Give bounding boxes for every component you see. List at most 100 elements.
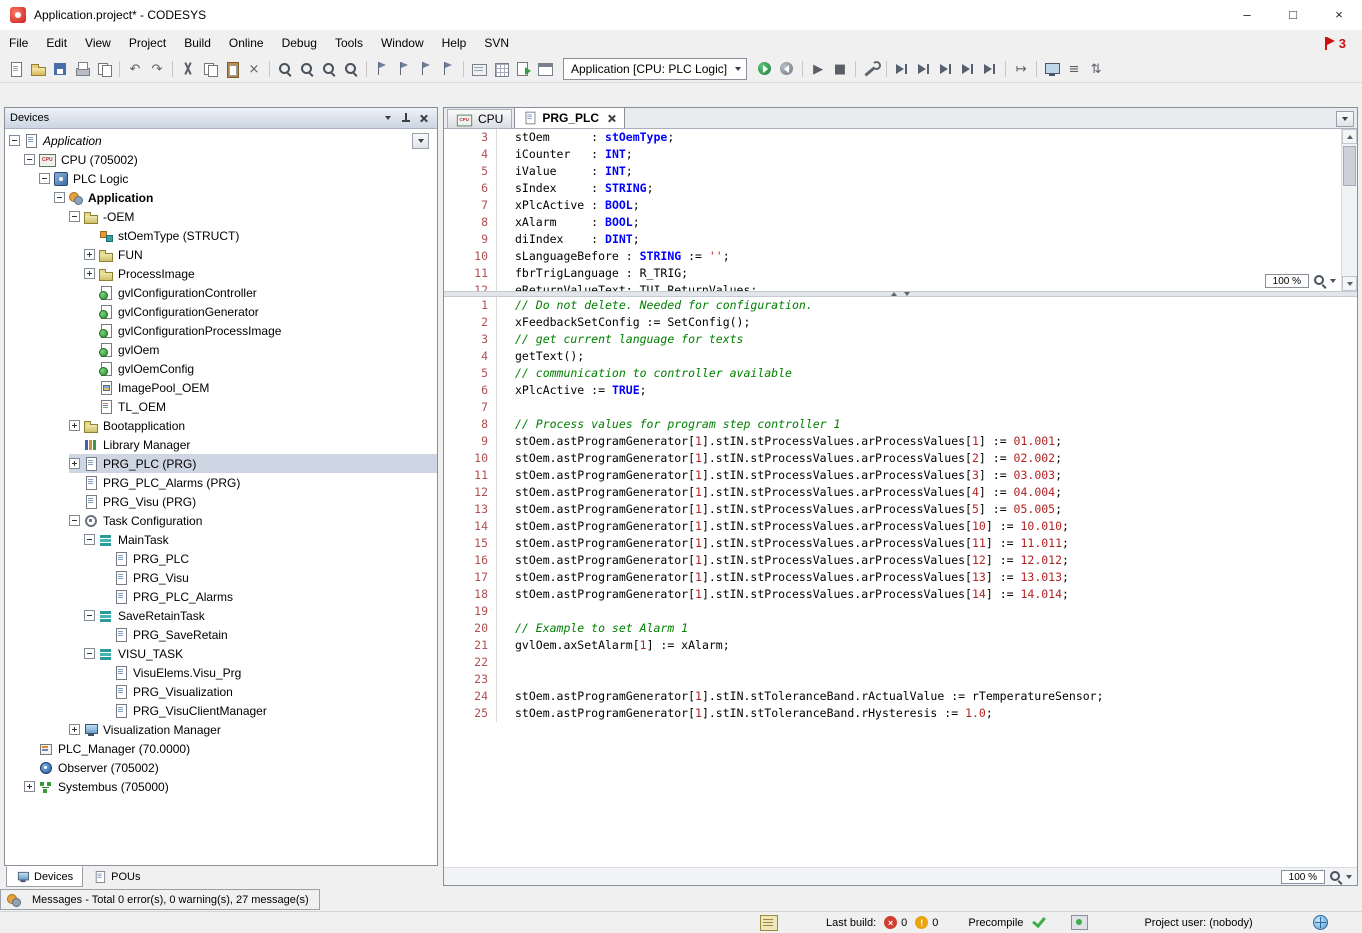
tree-item-prg-visuclientmanager[interactable]: PRG_VisuClientManager: [5, 701, 437, 720]
bookmark-previous-icon[interactable]: [416, 59, 436, 79]
implementation-line-16[interactable]: 16stOem.astProgramGenerator[1].stIN.stPr…: [444, 552, 1357, 569]
implementation-line-18[interactable]: 18stOem.astProgramGenerator[1].stIN.stPr…: [444, 586, 1357, 603]
implementation-line-23[interactable]: 23: [444, 671, 1357, 688]
implementation-line-24[interactable]: 24stOem.astProgramGenerator[1].stIN.stTo…: [444, 688, 1357, 705]
close-icon[interactable]: [416, 111, 432, 126]
menu-item-svn[interactable]: SVN: [475, 30, 518, 56]
menu-item-project[interactable]: Project: [120, 30, 175, 56]
menu-item-help[interactable]: Help: [433, 30, 476, 56]
find-next-icon[interactable]: [297, 59, 317, 79]
input-assistant-icon[interactable]: [513, 59, 533, 79]
maximize-button[interactable]: □: [1270, 0, 1316, 30]
tree-item-imagepool-oem[interactable]: ImagePool_OEM: [5, 378, 437, 397]
tree-item-gvlconfigurationgenerator[interactable]: gvlConfigurationGenerator: [5, 302, 437, 321]
tree-item-application[interactable]: Application: [5, 188, 437, 207]
menu-item-build[interactable]: Build: [175, 30, 220, 56]
replace-icon[interactable]: [341, 59, 361, 79]
panel-dropdown-icon[interactable]: [380, 111, 396, 126]
collapse-icon[interactable]: [84, 648, 95, 659]
tree-item-gvlconfigurationcontroller[interactable]: gvlConfigurationController: [5, 283, 437, 302]
tree-item-prg-visu-prg[interactable]: PRG_Visu (PRG): [5, 492, 437, 511]
tree-item-tl-oem[interactable]: TL_OEM: [5, 397, 437, 416]
tree-item-prg-plc-alarms-prg[interactable]: PRG_PLC_Alarms (PRG): [5, 473, 437, 492]
implementation-line-4[interactable]: 4getText();: [444, 348, 1357, 365]
new-file-icon[interactable]: [6, 59, 26, 79]
tree-item-plc-logic[interactable]: PLC Logic: [5, 169, 437, 188]
menu-item-edit[interactable]: Edit: [37, 30, 76, 56]
tree-item-gvloem[interactable]: gvlOem: [5, 340, 437, 359]
tree-item-visualization-manager[interactable]: Visualization Manager: [5, 720, 437, 739]
find-icon[interactable]: [275, 59, 295, 79]
start-icon[interactable]: ▶: [808, 59, 828, 79]
sort-icon[interactable]: ⇅: [1086, 59, 1106, 79]
implementation-line-19[interactable]: 19: [444, 603, 1357, 620]
pending-changes-flag[interactable]: 3: [1323, 36, 1346, 51]
pin-icon[interactable]: [398, 111, 414, 126]
implementation-line-12[interactable]: 12stOem.astProgramGenerator[1].stIN.stPr…: [444, 484, 1357, 501]
scroll-up-icon[interactable]: [1342, 129, 1357, 144]
implementation-line-8[interactable]: 8// Process values for program step cont…: [444, 416, 1357, 433]
declaration-line-5[interactable]: 5iValue : INT;: [444, 163, 1341, 180]
implementation-line-3[interactable]: 3// get current language for texts: [444, 331, 1357, 348]
menu-item-online[interactable]: Online: [220, 30, 273, 56]
tree-item-prg-plc-prg[interactable]: PRG_PLC (PRG): [5, 454, 437, 473]
implementation-line-2[interactable]: 2xFeedbackSetConfig := SetConfig();: [444, 314, 1357, 331]
cut-icon[interactable]: [178, 59, 198, 79]
menu-item-tools[interactable]: Tools: [326, 30, 372, 56]
implementation-line-14[interactable]: 14stOem.astProgramGenerator[1].stIN.stPr…: [444, 518, 1357, 535]
watch-list-icon[interactable]: ≡: [1064, 59, 1084, 79]
tree-item-prg-visualization[interactable]: PRG_Visualization: [5, 682, 437, 701]
bookmark-toggle-icon[interactable]: [372, 59, 392, 79]
expand-icon[interactable]: [84, 268, 95, 279]
close-tab-icon[interactable]: [607, 114, 616, 123]
tree-item-task-configuration[interactable]: Task Configuration: [5, 511, 437, 530]
collapse-icon[interactable]: [69, 211, 80, 222]
tree-item-visuelems-visu-prg[interactable]: VisuElems.Visu_Prg: [5, 663, 437, 682]
menu-item-debug[interactable]: Debug: [273, 30, 326, 56]
tab-devices[interactable]: Devices: [6, 866, 83, 887]
tree-item-fun[interactable]: FUN: [5, 245, 437, 264]
login-icon[interactable]: [755, 59, 775, 79]
step-out-icon[interactable]: [936, 59, 956, 79]
implementation-line-6[interactable]: 6xPlcActive := TRUE;: [444, 382, 1357, 399]
expand-icon[interactable]: [69, 420, 80, 431]
implementation-line-1[interactable]: 1// Do not delete. Needed for configurat…: [444, 297, 1357, 314]
active-application-selector[interactable]: Application [CPU: PLC Logic]: [563, 58, 747, 80]
tree-item-oem[interactable]: -OEM: [5, 207, 437, 226]
element-properties-icon[interactable]: [491, 59, 511, 79]
tree-item-observer-705002[interactable]: Observer (705002): [5, 758, 437, 777]
magnifier-icon[interactable]: [1328, 869, 1343, 884]
build-icon[interactable]: [861, 59, 881, 79]
tree-item-prg-saveretain[interactable]: PRG_SaveRetain: [5, 625, 437, 644]
menu-item-window[interactable]: Window: [372, 30, 433, 56]
tab-pous[interactable]: POUs: [83, 866, 150, 887]
tree-item-prg-plc[interactable]: PRG_PLC: [5, 549, 437, 568]
tree-item-cpu-705002[interactable]: CPU (705002): [5, 150, 437, 169]
zoom-dropdown-icon[interactable]: [1330, 279, 1336, 283]
implementation-line-13[interactable]: 13stOem.astProgramGenerator[1].stIN.stPr…: [444, 501, 1357, 518]
implementation-line-9[interactable]: 9stOem.astProgramGenerator[1].stIN.stPro…: [444, 433, 1357, 450]
expand-icon[interactable]: [84, 249, 95, 260]
declaration-line-8[interactable]: 8xAlarm : BOOL;: [444, 214, 1341, 231]
editor-tab-cpu[interactable]: CPU: [447, 109, 512, 128]
editor-tab-prg-plc[interactable]: PRG_PLC: [514, 107, 625, 128]
device-repository-icon[interactable]: [535, 59, 555, 79]
scroll-down-icon[interactable]: [1342, 276, 1357, 291]
expand-icon[interactable]: [69, 458, 80, 469]
implementation-line-21[interactable]: 21gvlOem.axSetAlarm[1] := xAlarm;: [444, 637, 1357, 654]
tree-item-library-manager[interactable]: Library Manager: [5, 435, 437, 454]
collapse-icon[interactable]: [54, 192, 65, 203]
tree-item-bootapplication[interactable]: Bootapplication: [5, 416, 437, 435]
step-over-icon[interactable]: [892, 59, 912, 79]
declaration-line-4[interactable]: 4iCounter : INT;: [444, 146, 1341, 163]
magnifier-icon[interactable]: [1312, 273, 1327, 288]
menu-item-view[interactable]: View: [76, 30, 120, 56]
find-previous-icon[interactable]: [319, 59, 339, 79]
step-into-icon[interactable]: [914, 59, 934, 79]
monitoring-icon[interactable]: [1042, 59, 1062, 79]
collapse-icon[interactable]: [24, 154, 35, 165]
redo-icon[interactable]: ↷: [147, 59, 167, 79]
tree-item-gvloemconfig[interactable]: gvlOemConfig: [5, 359, 437, 378]
bookmark-next-icon[interactable]: [394, 59, 414, 79]
tree-item-visu-task[interactable]: VISU_TASK: [5, 644, 437, 663]
